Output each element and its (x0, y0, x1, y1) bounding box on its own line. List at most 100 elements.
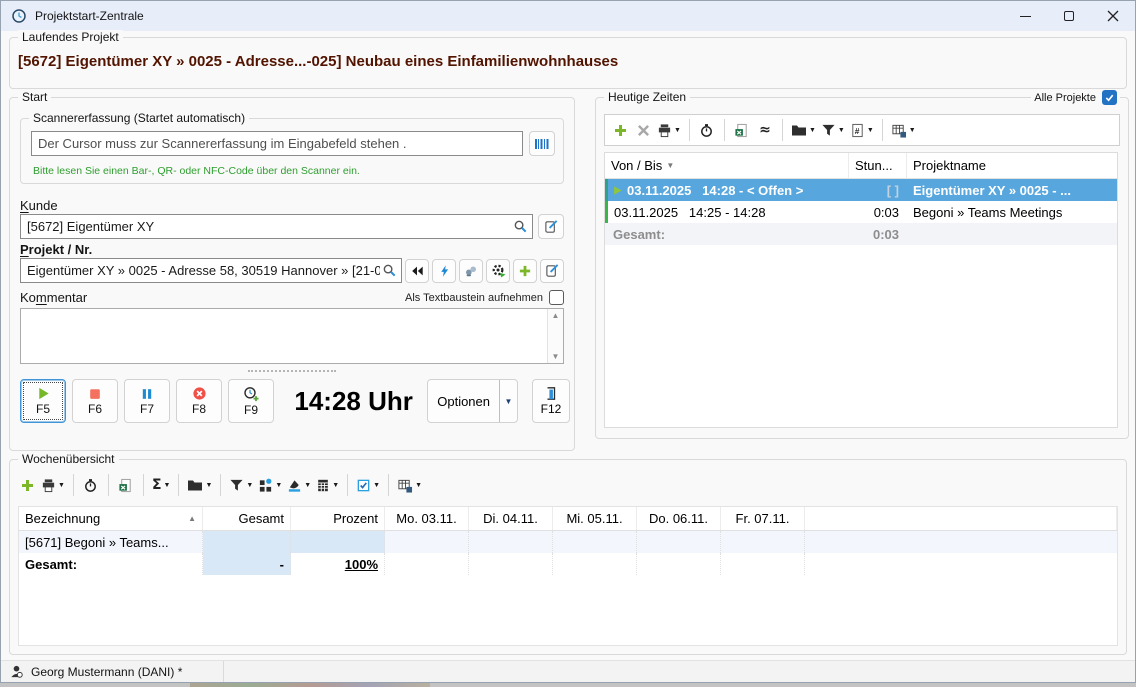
projekt-edit-button[interactable] (540, 259, 564, 283)
filter-button[interactable]: ▼ (821, 123, 845, 137)
wochenuebersicht-label: Wochenübersicht (18, 452, 119, 467)
alle-projekte-checkbox[interactable] (1102, 90, 1117, 105)
print-button[interactable]: ▼ (41, 478, 65, 493)
add-button[interactable] (18, 474, 36, 496)
excel-export-button[interactable] (733, 119, 751, 141)
resize-grip[interactable] (248, 370, 336, 372)
chevron-down-icon: ▼ (809, 127, 816, 134)
sort-asc-icon: ▲ (188, 514, 196, 523)
kommentar-scrollbar[interactable]: ▲ ▼ (547, 309, 563, 363)
kommentar-textarea[interactable] (21, 309, 547, 363)
chevron-down-icon: ▼ (505, 397, 513, 406)
kunde-row (20, 214, 564, 239)
delete-button[interactable] (634, 119, 652, 141)
add-time-button-f9[interactable]: F9 (228, 379, 274, 423)
optionen-dropdown[interactable]: ▼ (499, 380, 517, 422)
table-grid-button[interactable]: ▼ (316, 478, 339, 493)
folder-button[interactable]: ▼ (791, 123, 816, 137)
table-layout-button[interactable]: ▼ (891, 123, 916, 138)
exit-button-f12[interactable]: F12 (532, 379, 570, 423)
print-button[interactable]: ▼ (657, 123, 681, 138)
sort-desc-icon: ▼ (666, 161, 674, 170)
heutige-zeiten-toolbar: ▼ ≈ ▼ ▼ # ▼ ▼ (604, 114, 1120, 146)
scanner-group: Scannererfassung (Startet automatisch) B… (20, 118, 564, 184)
table-layout-button[interactable]: ▼ (397, 478, 422, 493)
wochenuebersicht-toolbar: ▼ Σ▼ ▼ ▼ ▼ ▼ (18, 470, 422, 500)
column-header-gesamt[interactable]: Gesamt (203, 507, 291, 530)
gear-refresh-icon (491, 263, 506, 278)
kunde-edit-button[interactable] (538, 214, 564, 239)
maximize-icon (1064, 11, 1074, 21)
titlebar: Projektstart-Zentrale (1, 1, 1135, 31)
barcode-button[interactable] (529, 131, 555, 156)
kunde-input[interactable] (25, 219, 513, 234)
table-grid-icon (316, 478, 330, 493)
column-header-von-bis[interactable]: Von / Bis▼ (605, 153, 849, 178)
column-header-day[interactable]: Mi. 05.11. (553, 507, 637, 530)
start-button-f5[interactable]: F5 (20, 379, 66, 423)
textbaustein-checkbox[interactable] (549, 290, 564, 305)
quick-start-button[interactable] (432, 259, 456, 283)
start-controls: F5 F6 F7 F8 F9 14:28 Uhr Optionen ▼ (20, 378, 570, 424)
column-header-prozent[interactable]: Prozent (291, 507, 385, 530)
filter-button[interactable]: ▼ (229, 478, 253, 492)
scroll-up-icon[interactable]: ▲ (552, 311, 560, 320)
f9-label: F9 (244, 403, 258, 417)
toolbar-separator (388, 474, 389, 496)
projekt-input[interactable] (25, 263, 382, 278)
add-project-button[interactable] (513, 259, 537, 283)
table-row[interactable]: 03.11.2025 14:25 - 14:28 0:03 Begoni » T… (605, 201, 1117, 223)
chevron-down-icon: ▼ (909, 127, 916, 134)
layout-squares-button[interactable]: ▼ (258, 478, 282, 493)
approx-button[interactable]: ≈ (756, 119, 774, 141)
optionen-button[interactable]: Optionen ▼ (427, 379, 518, 423)
search-icon[interactable] (513, 219, 528, 234)
close-button[interactable] (1091, 1, 1135, 31)
toolbar-separator (882, 119, 883, 141)
f12-label: F12 (541, 402, 562, 416)
excel-icon (734, 123, 749, 138)
cancel-button-f8[interactable]: F8 (176, 379, 222, 423)
search-icon[interactable] (382, 263, 397, 278)
checklist-icon (356, 478, 371, 493)
timer-button[interactable] (82, 474, 100, 496)
column-header-day[interactable]: Do. 06.11. (637, 507, 721, 530)
maximize-button[interactable] (1047, 1, 1091, 31)
scanner-input[interactable] (36, 136, 518, 151)
stop-icon (88, 387, 102, 401)
table-row[interactable]: [5671] Begoni » Teams... (19, 531, 1117, 553)
column-header-bezeichnung[interactable]: Bezeichnung▲ (19, 507, 203, 530)
toolbar-separator (108, 474, 109, 496)
add-button[interactable] (611, 119, 629, 141)
column-header-day[interactable]: Mo. 03.11. (385, 507, 469, 530)
fill-color-button[interactable]: ▼ (287, 478, 311, 493)
wochenuebersicht-group: Wochenübersicht ▼ Σ▼ ▼ ▼ (9, 459, 1127, 655)
table-row[interactable]: 03.11.2025 14:28 - < Offen > [ ] Eigentü… (605, 179, 1117, 201)
hands-button[interactable] (459, 259, 483, 283)
running-marker (605, 179, 608, 201)
column-header-day[interactable]: Fr. 07.11. (721, 507, 805, 530)
page-number-button[interactable]: # ▼ (850, 123, 874, 138)
column-header-day[interactable]: Di. 04.11. (469, 507, 553, 530)
sum-button[interactable]: Σ▼ (152, 478, 171, 492)
gear-refresh-button[interactable] (486, 259, 510, 283)
folder-icon (187, 478, 203, 492)
minimize-button[interactable] (1003, 1, 1047, 31)
pause-button-f7[interactable]: F7 (124, 379, 170, 423)
toolbar-separator (689, 119, 690, 141)
column-header-stunden[interactable]: Stun... (849, 153, 907, 178)
folder-icon (791, 123, 807, 137)
table-save-icon (397, 478, 413, 493)
checklist-button[interactable]: ▼ (356, 478, 380, 493)
column-header-projektname[interactable]: Projektname (907, 153, 1117, 178)
app-clock-icon (11, 8, 27, 24)
folder-button[interactable]: ▼ (187, 478, 212, 492)
stop-button-f6[interactable]: F6 (72, 379, 118, 423)
scroll-down-icon[interactable]: ▼ (552, 352, 560, 361)
timer-button[interactable] (698, 119, 716, 141)
previous-project-button[interactable] (405, 259, 429, 283)
projekt-row (20, 258, 564, 283)
alle-projekte-label: Alle Projekte (1034, 92, 1096, 104)
stopwatch-icon (699, 123, 714, 138)
excel-export-button[interactable] (117, 474, 135, 496)
